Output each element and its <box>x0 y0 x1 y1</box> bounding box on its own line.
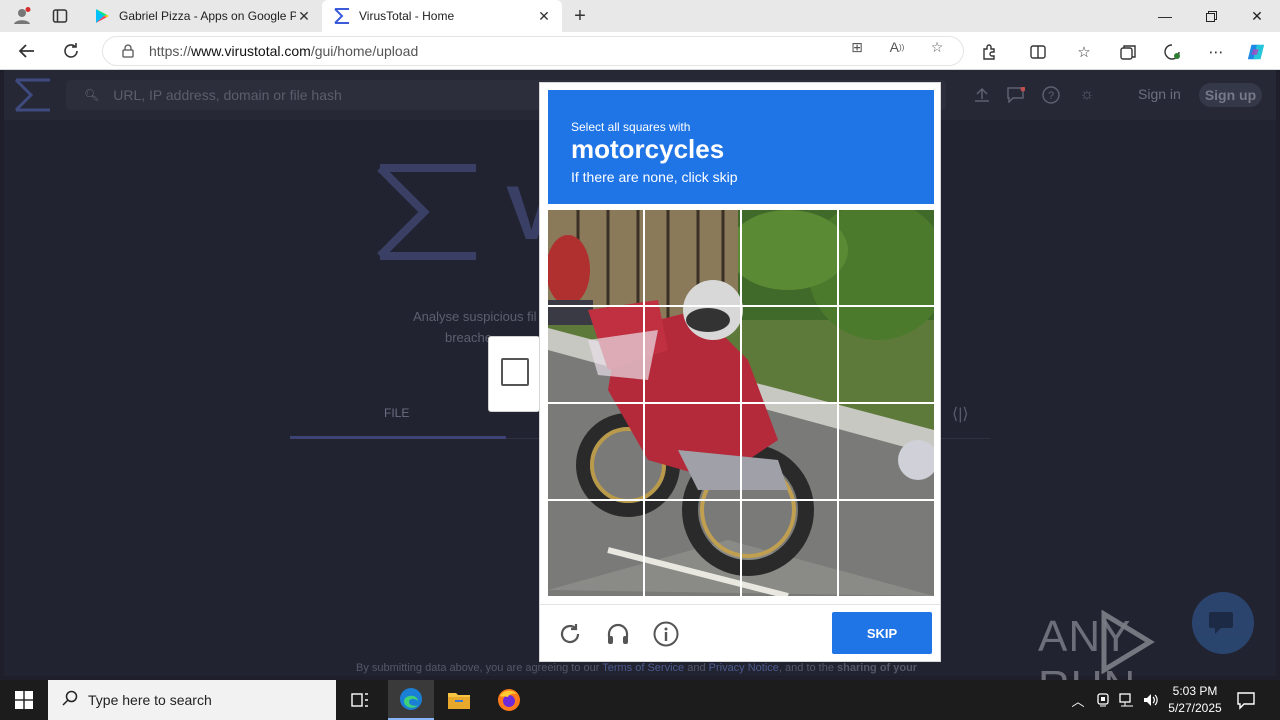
terms-link[interactable]: Terms of Service <box>602 662 684 674</box>
tab-virustotal[interactable]: VirusTotal - Home ✕ <box>322 0 562 32</box>
favorite-star-icon[interactable]: ☆ <box>928 38 946 56</box>
clock-time: 5:03 PM <box>1172 684 1218 698</box>
captcha-tile[interactable] <box>645 501 740 596</box>
captcha-tile[interactable] <box>839 210 934 305</box>
windows-taskbar: Type here to search ︿ 5:03 PM 5/27/2025 <box>0 680 1280 720</box>
advanced-search-icon[interactable]: ⟨|⟩ <box>952 404 969 424</box>
vt-footer-text: By submitting data above, you are agreei… <box>356 662 918 674</box>
windows-logo-icon <box>15 691 33 709</box>
help-icon[interactable]: ? <box>1041 85 1061 105</box>
show-hidden-icons[interactable]: ︿ <box>1068 690 1088 710</box>
captcha-checkbox-popup <box>488 336 540 412</box>
collections-icon[interactable] <box>1118 42 1138 62</box>
anyrun-watermark: ANY RUN <box>1036 609 1236 711</box>
close-window-icon[interactable]: ✕ <box>1234 0 1280 32</box>
restore-icon[interactable] <box>1188 0 1234 32</box>
close-tab-icon[interactable]: ✕ <box>296 8 312 25</box>
captcha-tile[interactable] <box>742 210 837 305</box>
captcha-checkbox[interactable] <box>501 358 529 386</box>
profile-icon[interactable] <box>12 6 32 26</box>
device-icon[interactable] <box>1093 690 1113 710</box>
captcha-challenge: Select all squares with motorcycles If t… <box>539 82 941 662</box>
captcha-tile[interactable] <box>548 404 643 499</box>
svg-text:?: ? <box>1048 90 1054 102</box>
copilot-icon[interactable] <box>1246 42 1266 62</box>
extensions-icon[interactable] <box>980 42 1000 62</box>
virustotal-big-logo-icon <box>377 164 476 260</box>
audio-challenge-icon[interactable] <box>605 621 631 647</box>
google-play-icon <box>94 8 110 24</box>
upload-icon[interactable] <box>972 85 992 105</box>
read-aloud-icon[interactable]: A)) <box>888 38 906 56</box>
close-tab-icon[interactable]: ✕ <box>536 8 552 25</box>
chat-icon[interactable] <box>1006 85 1026 105</box>
sign-up-button[interactable]: Sign up <box>1199 83 1262 107</box>
volume-icon[interactable] <box>1141 690 1161 710</box>
privacy-link[interactable]: Privacy Notice <box>709 662 779 674</box>
captcha-tile[interactable] <box>548 210 643 305</box>
captcha-target: motorcycles <box>571 134 725 164</box>
skip-button[interactable]: SKIP <box>832 612 932 654</box>
edge-taskbar-icon[interactable] <box>388 680 434 720</box>
clock-date: 5/27/2025 <box>1168 701 1222 715</box>
captcha-tile[interactable] <box>742 404 837 499</box>
theme-toggle-icon[interactable]: ☼ <box>1077 85 1097 105</box>
tab-title: Gabriel Pizza - Apps on Google Play <box>119 9 296 23</box>
tab-file-underline <box>290 436 506 439</box>
lock-icon[interactable] <box>121 44 135 58</box>
info-icon[interactable] <box>653 621 679 647</box>
split-screen-icon[interactable] <box>1028 42 1048 62</box>
tab-actions-icon[interactable] <box>50 6 70 26</box>
task-view-icon[interactable] <box>337 680 383 720</box>
app-available-icon[interactable]: ⊞ <box>848 38 866 56</box>
captcha-tile[interactable] <box>839 404 934 499</box>
taskbar-search-placeholder: Type here to search <box>88 692 212 708</box>
file-explorer-icon[interactable] <box>436 680 482 720</box>
virustotal-logo-icon[interactable] <box>14 78 52 112</box>
captcha-tile[interactable] <box>548 501 643 596</box>
address-bar[interactable]: https://www.virustotal.com/gui/home/uplo… <box>102 36 964 66</box>
captcha-divider <box>540 604 940 605</box>
url-text: https://www.virustotal.com/gui/home/uplo… <box>149 43 419 59</box>
captcha-tile[interactable] <box>742 307 837 402</box>
search-icon <box>62 690 78 711</box>
captcha-skip-hint: If there are none, click skip <box>571 169 738 185</box>
notification-icon[interactable] <box>1236 690 1256 710</box>
refresh-icon[interactable] <box>58 38 84 64</box>
captcha-prompt: Select all squares with motorcycles If t… <box>548 90 934 204</box>
new-tab-icon[interactable]: + <box>570 5 590 27</box>
captcha-tile[interactable] <box>548 307 643 402</box>
more-menu-icon[interactable]: ⋯ <box>1206 42 1226 62</box>
back-icon[interactable] <box>14 38 40 64</box>
sign-in-link[interactable]: Sign in <box>1138 86 1181 102</box>
taskbar-clock[interactable]: 5:03 PM 5/27/2025 <box>1160 683 1230 717</box>
firefox-icon[interactable] <box>486 680 532 720</box>
captcha-tile[interactable] <box>645 307 740 402</box>
captcha-tile[interactable] <box>742 501 837 596</box>
favorites-icon[interactable]: ☆ <box>1074 42 1094 62</box>
network-icon[interactable] <box>1117 690 1137 710</box>
captcha-tile[interactable] <box>645 404 740 499</box>
tab-google-play[interactable]: Gabriel Pizza - Apps on Google Play ✕ <box>82 0 322 32</box>
browser-essentials-icon[interactable] <box>1162 42 1182 62</box>
captcha-tile[interactable] <box>839 307 934 402</box>
captcha-tile[interactable] <box>839 501 934 596</box>
browser-tab-bar: Gabriel Pizza - Apps on Google Play ✕ Vi… <box>0 0 1280 32</box>
captcha-image-grid <box>548 210 934 596</box>
virustotal-icon <box>334 8 350 24</box>
search-icon: 🔍︎ <box>84 88 100 102</box>
browser-toolbar: https://www.virustotal.com/gui/home/uplo… <box>0 32 1280 70</box>
tab-title: VirusTotal - Home <box>359 9 455 23</box>
start-button[interactable] <box>0 680 48 720</box>
captcha-instruction: Select all squares with <box>571 120 691 134</box>
minimize-icon[interactable]: — <box>1142 0 1188 32</box>
taskbar-search[interactable]: Type here to search <box>48 680 336 720</box>
tab-file[interactable]: FILE <box>384 406 409 420</box>
captcha-tile[interactable] <box>645 210 740 305</box>
refresh-challenge-icon[interactable] <box>557 621 583 647</box>
